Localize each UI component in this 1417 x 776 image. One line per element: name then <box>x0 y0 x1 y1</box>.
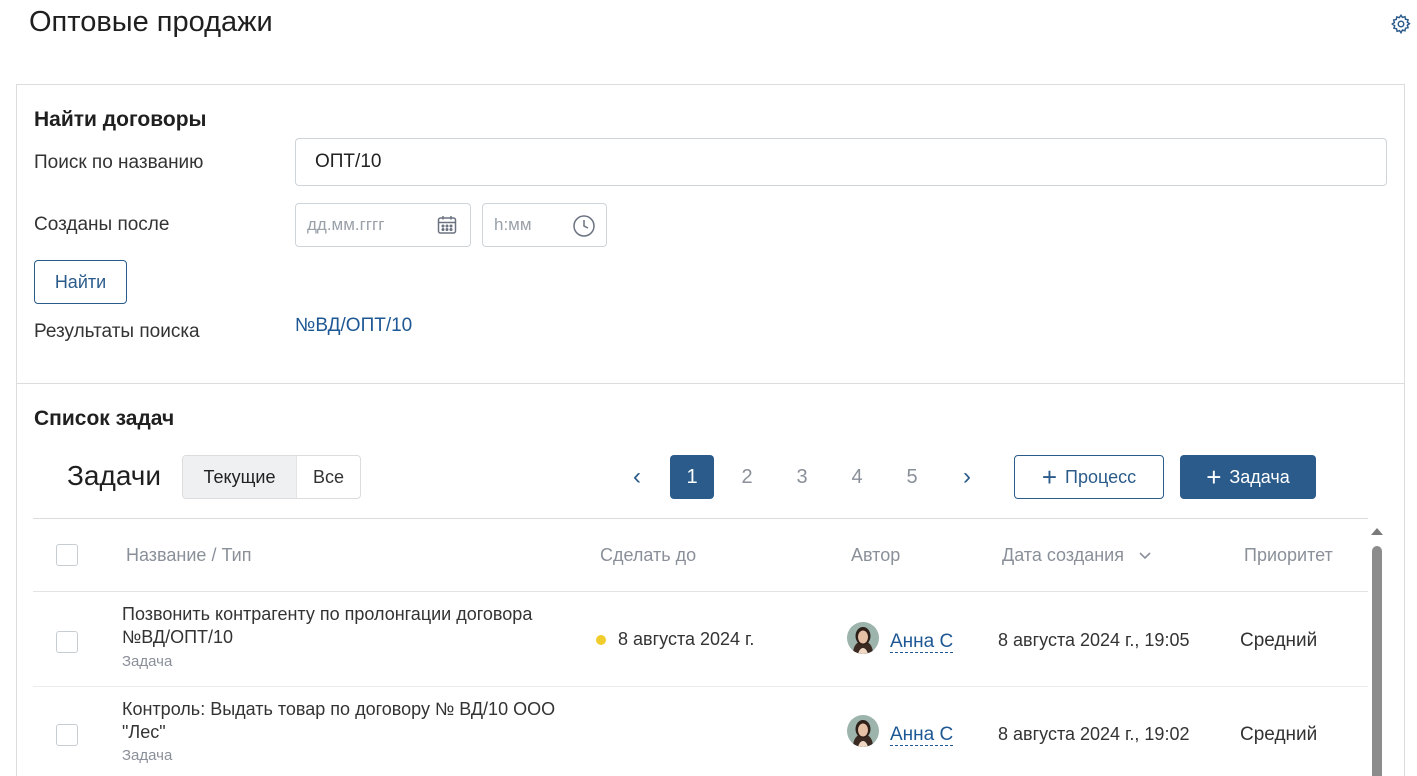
tasks-heading: Задачи <box>67 460 162 491</box>
task-created-date: 8 августа 2024 г., 19:05 <box>998 630 1190 650</box>
task-due: 8 августа 2024 г. <box>596 629 754 650</box>
created-after-label: Созданы после <box>34 214 170 235</box>
scroll-up-arrow[interactable] <box>1371 528 1383 535</box>
calendar-icon[interactable] <box>436 214 458 236</box>
time-input[interactable]: h:мм <box>482 203 607 247</box>
page-2-button[interactable]: 2 <box>725 455 769 499</box>
column-header-due[interactable]: Сделать до <box>600 545 696 566</box>
scrollbar-thumb[interactable] <box>1372 546 1382 776</box>
task-priority: Средний <box>1240 630 1318 651</box>
prev-page-button[interactable]: ‹ <box>622 455 652 499</box>
tasks-section-title: Список задач <box>34 407 175 430</box>
row-divider <box>33 686 1368 687</box>
row-checkbox[interactable] <box>56 724 78 746</box>
search-results-label: Результаты поиска <box>34 321 200 342</box>
task-type: Задача <box>122 747 173 764</box>
filter-current-tab[interactable]: Текущие <box>183 456 296 498</box>
task-due-date: 8 августа 2024 г. <box>618 629 755 649</box>
column-header-created[interactable]: Дата создания <box>1002 545 1153 566</box>
add-task-label: Задача <box>1229 466 1290 487</box>
filter-all-tab[interactable]: Все <box>296 456 360 498</box>
task-list-panel: Список задач Задачи Текущие Все ‹ 1 2 3 … <box>16 383 1405 776</box>
tasks-table: Название / Тип Сделать до Автор Дата соз… <box>33 518 1368 764</box>
page-5-button[interactable]: 5 <box>890 455 934 499</box>
contract-search-panel: Найти договоры Поиск по названию Созданы… <box>16 84 1405 384</box>
author-link[interactable]: Анна С <box>890 724 954 746</box>
task-type: Задача <box>122 653 173 670</box>
avatar <box>847 622 879 654</box>
time-placeholder: h:мм <box>494 215 532 234</box>
next-page-button[interactable]: › <box>952 455 982 499</box>
due-status-dot <box>596 634 606 645</box>
task-name[interactable]: Контроль: Выдать товар по договору № ВД/… <box>122 698 582 744</box>
column-header-name[interactable]: Название / Тип <box>126 545 251 566</box>
chevron-down-icon <box>1139 552 1151 560</box>
search-result-link[interactable]: №ВД/ОПТ/10 <box>295 315 412 337</box>
clock-icon[interactable] <box>572 214 596 238</box>
find-button[interactable]: Найти <box>34 260 127 304</box>
date-input[interactable]: дд.мм.гггг <box>295 203 471 247</box>
column-header-created-label: Дата создания <box>1002 545 1124 565</box>
header-divider <box>33 591 1368 592</box>
search-name-input[interactable] <box>295 138 1387 186</box>
page-4-button[interactable]: 4 <box>835 455 879 499</box>
avatar <box>847 715 879 747</box>
plus-icon: + <box>1206 462 1222 492</box>
page-3-button[interactable]: 3 <box>780 455 824 499</box>
add-task-button[interactable]: + Задача <box>1180 455 1316 499</box>
task-priority: Средний <box>1240 724 1318 745</box>
column-header-author[interactable]: Автор <box>851 545 900 566</box>
plus-icon: + <box>1041 462 1058 492</box>
search-name-label: Поиск по названию <box>34 152 204 173</box>
add-process-button[interactable]: + Процесс <box>1014 455 1164 499</box>
search-section-title: Найти договоры <box>34 108 207 131</box>
select-all-checkbox[interactable] <box>56 544 78 566</box>
page-1-button[interactable]: 1 <box>670 455 714 499</box>
column-header-priority[interactable]: Приоритет <box>1244 545 1333 566</box>
date-placeholder: дд.мм.гггг <box>307 215 385 234</box>
task-filter-toggle: Текущие Все <box>182 455 361 499</box>
task-created-date: 8 августа 2024 г., 19:02 <box>998 724 1190 744</box>
page-title: Оптовые продажи <box>29 6 273 38</box>
gear-icon[interactable] <box>1390 13 1412 35</box>
row-checkbox[interactable] <box>56 631 78 653</box>
task-name[interactable]: Позвонить контрагенту по пролонгации дог… <box>122 603 582 649</box>
author-link[interactable]: Анна С <box>890 631 954 653</box>
add-process-label: Процесс <box>1065 466 1137 487</box>
